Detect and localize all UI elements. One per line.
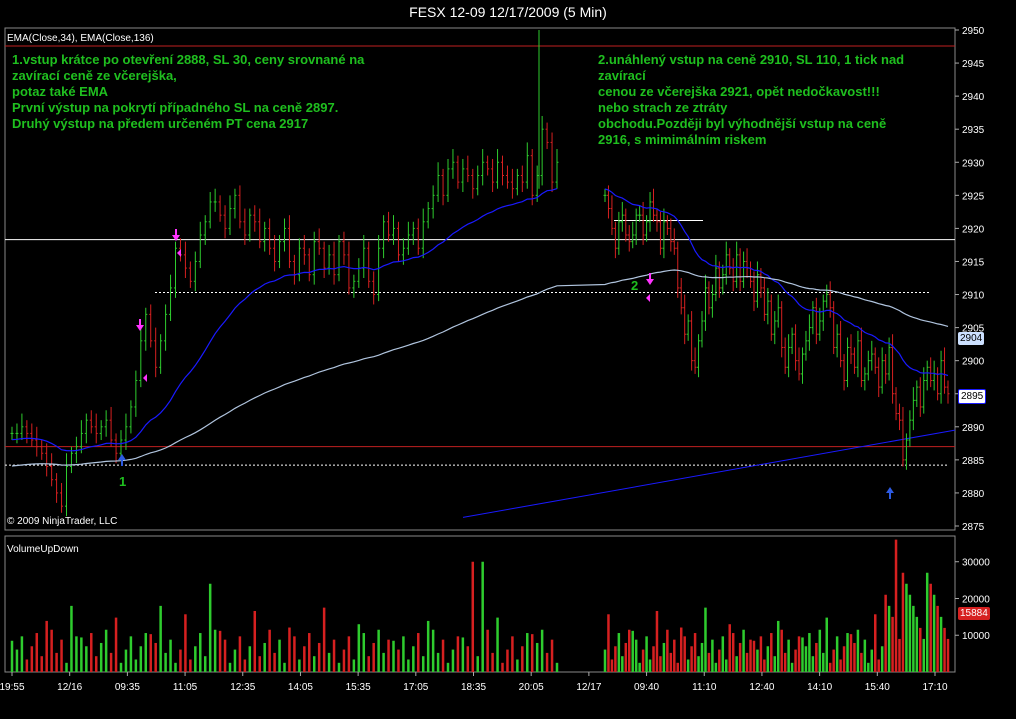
ema-indicator-label: EMA(Close,34), EMA(Close,136)	[7, 33, 154, 44]
price-tick-label: 2945	[962, 59, 985, 70]
time-tick-label: 19:55	[0, 682, 25, 693]
trend-line	[462, 429, 956, 518]
volume-tick-label: 10000	[962, 631, 990, 642]
annotation-right: 2.unáhlený vstup na ceně 2910, SL 110, 1…	[598, 52, 905, 147]
price-tick-label: 2880	[962, 489, 985, 500]
copyright: © 2009 NinjaTrader, LLC	[7, 516, 118, 527]
time-tick-label: 11:10	[692, 682, 717, 693]
price-tick-label: 2910	[962, 291, 985, 302]
time-tick-label: 09:35	[115, 682, 140, 693]
volume-panel-frame	[4, 535, 956, 673]
buy-arrow-icon	[118, 454, 126, 466]
time-tick-label: 09:40	[634, 682, 659, 693]
ema-price-box: 2904	[958, 332, 985, 345]
price-tick-label: 2890	[962, 423, 985, 434]
time-tick-label: 20:05	[519, 682, 544, 693]
price-tick-label: 2930	[962, 158, 985, 169]
time-tick-label: 12/17	[576, 682, 601, 693]
exit-marker-icon	[143, 374, 147, 382]
exit-marker-icon	[177, 249, 181, 257]
time-tick-label: 14:10	[807, 682, 832, 693]
price-tick-label: 2885	[962, 456, 985, 467]
price-tick-label: 2925	[962, 191, 985, 202]
price-tick-label: 2920	[962, 224, 985, 235]
price-tick-label: 2950	[962, 26, 985, 37]
price-tick-label: 2935	[962, 125, 985, 136]
time-tick-label: 17:10	[922, 682, 947, 693]
time-tick-label: 11:05	[173, 682, 198, 693]
time-tick-label: 17:05	[403, 682, 428, 693]
time-tick-label: 15:35	[346, 682, 371, 693]
buy-arrow-icon	[886, 487, 894, 499]
price-tick-label: 2915	[962, 257, 985, 268]
price-tick-label: 2900	[962, 357, 985, 368]
time-tick-label: 12/16	[57, 682, 82, 693]
time-tick-label: 12:40	[749, 682, 774, 693]
last-price-box: 2895	[958, 389, 987, 404]
price-tick-label: 2875	[962, 522, 985, 533]
sell-arrow-icon	[136, 319, 144, 331]
time-tick-label: 12:35	[230, 682, 255, 693]
volume-indicator-label: VolumeUpDown	[7, 544, 79, 555]
price-tick-label: 2940	[962, 92, 985, 103]
time-tick-label: 14:05	[288, 682, 313, 693]
time-tick-label: 18:35	[461, 682, 486, 693]
ema136-line	[11, 269, 949, 467]
volume-last-box: 15884	[958, 607, 990, 620]
volume-tick-label: 20000	[962, 594, 990, 605]
time-tick-label: 15:40	[865, 682, 890, 693]
annotation-left: 1.vstup krátce po otevření 2888, SL 30, …	[12, 52, 365, 131]
marker-1-label: 1	[119, 474, 127, 489]
exit-marker-icon	[646, 294, 650, 302]
ema34-line	[604, 188, 949, 377]
volume-tick-label: 30000	[962, 558, 990, 569]
marker-2-label: 2	[631, 278, 639, 293]
